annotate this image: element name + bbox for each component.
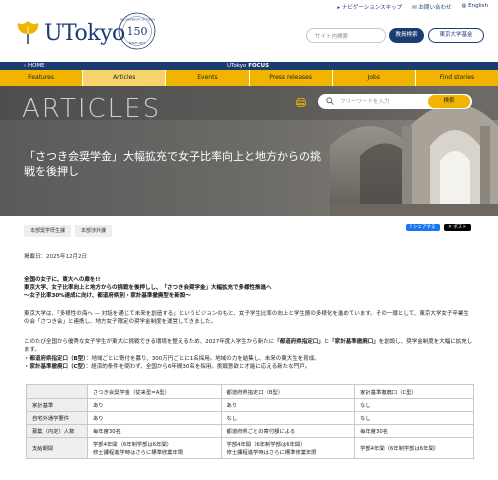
tag-scholarship-office[interactable]: 本部奨学厚生課 — [24, 225, 72, 237]
table-cell: なし — [220, 411, 356, 425]
nav-press-releases[interactable]: Press releases — [250, 70, 333, 86]
facebook-share-label: シェアする — [413, 225, 436, 230]
table-row: 家計基準 あり あり なし — [26, 398, 474, 412]
site-search-input[interactable]: サイト内検索 — [306, 28, 386, 43]
bullet-b-title: ・都道府県指定口（B型） — [24, 356, 86, 362]
contact-label: お問い合わせ — [418, 5, 452, 11]
article-lead: 全国の女子に、東大への扉を!! 東京大学、女子比率向上と地方からの挑戦を後押しし… — [24, 276, 474, 300]
row-header: 自宅外通学要件 — [26, 411, 88, 425]
breadcrumb-bar: › HOME UTokyo FOCUS — [0, 62, 498, 70]
english-label: English — [468, 3, 488, 9]
utokyo-focus-label[interactable]: UTokyo FOCUS — [227, 62, 269, 70]
article-tags: 本部奨学厚生課 本部渉外課 — [24, 225, 113, 237]
x-post-label: ポスト — [453, 225, 467, 230]
utokyo-logo[interactable]: UTokyo — [16, 20, 125, 46]
table-row: 自宅外通学要件 あり なし なし — [26, 411, 474, 425]
contact-link[interactable]: ✉ お問い合わせ — [412, 3, 451, 11]
p2-bold-2: 「家計基準撤廃口」 — [329, 339, 379, 345]
nav-articles[interactable]: Articles — [83, 70, 167, 86]
utility-links: ▸ ナビゲーションスキップ ✉ お問い合わせ ◍ English — [337, 3, 488, 11]
table-header-cell: 都道府県指定口（B型） — [220, 384, 356, 399]
table-header-cell: さつき会奨学金（従来型=A型） — [87, 384, 222, 399]
logo-text: UTokyo — [44, 20, 125, 46]
bullet-c-title: ・家計基準撤廃口（C型） — [24, 364, 86, 370]
table-cell: 学部4年間（6年制学部は6年間） 修士課程進学時はさらに標準修業年限 — [220, 437, 356, 459]
skip-navigation-label: ナビゲーションスキップ — [341, 5, 403, 11]
faculty-search-button[interactable]: 教員検索 — [389, 28, 424, 43]
table-row: 募集（内定）人数 毎年度30名 都道府県ごとの寄付額による 毎年度30名 — [26, 424, 474, 438]
section-title: ARTICLES — [22, 94, 162, 124]
nav-events[interactable]: Events — [166, 70, 250, 86]
table-cell: あり — [220, 398, 356, 412]
focus-prefix: UTokyo — [227, 63, 247, 69]
focus-bold: FOCUS — [248, 63, 270, 69]
paragraph-vision: 東京大学は、「多様性の海へ — 対話を通じて未来を創造する」というビジョンのもと… — [24, 311, 469, 325]
nav-jobs[interactable]: Jobs — [333, 70, 416, 86]
150th-anniversary-badge: 150 THE UNIVERSITY OF TOKYO SINCE 1877 — [118, 12, 156, 50]
print-icon[interactable] — [296, 98, 306, 107]
scholarship-comparison-table: さつき会奨学金（従来型=A型） 都道府県指定口（B型） 家計基準撤廃口（C型） … — [26, 384, 474, 459]
row-header: 支給期間 — [26, 437, 88, 459]
table-header-cell — [26, 384, 88, 399]
row-header: 家計基準 — [26, 398, 88, 412]
lead-line-1: 全国の女子に、東大への扉を!! — [24, 277, 101, 283]
chevron-right-icon: › — [24, 63, 27, 69]
utokyo-fund-button[interactable]: 東京大学基金 — [428, 28, 484, 43]
bullet-c-text: ：経済的条件を問わず、全国から6年間30名を採用。挑戦意欲と才能に応える新たな門… — [85, 364, 311, 370]
scholarship-types-list: ・都道府県指定口（B型）：地域ごとに寄付を募り、300万円ごとに1名採用。地域の… — [24, 355, 474, 371]
globe-icon: ◍ — [461, 3, 467, 9]
keyword-search-button[interactable]: 検索 — [428, 95, 470, 108]
skip-navigation-link[interactable]: ▸ ナビゲーションスキップ — [337, 3, 402, 11]
breadcrumb-home[interactable]: › HOME — [24, 62, 45, 70]
table-cell: なし — [354, 411, 474, 425]
lead-line-3: ～女子比率30%達成に向け、都道府県別・家計基準撤廃型を新設～ — [24, 293, 191, 299]
table-cell: 学部4年間（6年制学部は6年間） — [354, 437, 474, 459]
nav-find-stories[interactable]: Find stories — [416, 70, 498, 86]
publish-date: 掲載日：2025年12月2日 — [24, 254, 87, 260]
badge-number: 150 — [127, 25, 148, 38]
badge-arc-text: THE UNIVERSITY OF TOKYO — [119, 18, 154, 22]
table-cell: あり — [87, 411, 222, 425]
list-item: ・都道府県指定口（B型）：地域ごとに寄付を募り、300万円ごとに1名採用。地域の… — [24, 355, 474, 363]
x-post-button[interactable]: ✕ ポスト — [444, 224, 471, 231]
facebook-icon: f — [410, 225, 412, 230]
hero-banner: ARTICLES フリーワードを入力 検索 「さつき会奨学金」大幅拡充で女子比率… — [0, 86, 498, 216]
table-cell: 毎年度30名 — [354, 424, 474, 438]
x-icon: ✕ — [448, 225, 452, 230]
lead-line-2: 東京大学、女子比率向上と地方からの挑戦を後押しし、「さつき会奨学金」大幅拡充で多… — [24, 285, 272, 291]
p2-pre: このたび全国から優秀な女子学生が東大に挑戦できる環境を整えるため、2027年度入… — [24, 339, 275, 345]
table-cell: 毎年度30名 — [87, 424, 222, 438]
row-header: 募集（内定）人数 — [26, 424, 88, 438]
table-cell: 学部4年間（6年制学部は6年間） 修士課程進学時はさらに標準修業年限 — [87, 437, 222, 459]
english-link[interactable]: ◍ English — [462, 3, 488, 11]
table-cell: なし — [354, 398, 474, 412]
bullet-b-text: ：地域ごとに寄付を募り、300万円ごとに1名採用。地域の力を結集し、未来の東大生… — [85, 356, 320, 362]
nav-features[interactable]: Features — [0, 70, 84, 86]
list-item: ・家計基準撤廃口（C型）：経済的条件を問わず、全国から6年間30名を採用。挑戦意… — [24, 363, 474, 371]
ginkgo-leaf-icon — [17, 21, 39, 44]
breadcrumb-home-label: HOME — [27, 63, 45, 69]
tag-external-relations[interactable]: 本部渉外課 — [75, 225, 113, 237]
table-cell: 都道府県ごとの寄付額による — [220, 424, 356, 438]
site-header: UTokyo 150 THE UNIVERSITY OF TOKYO SINCE… — [0, 0, 498, 62]
table-header-row: さつき会奨学金（従来型=A型） 都道府県指定口（B型） 家計基準撤廃口（C型） — [26, 384, 474, 399]
mail-icon: ✉ — [412, 5, 417, 11]
table-row: 支給期間 学部4年間（6年制学部は6年間） 修士課程進学時はさらに標準修業年限 … — [26, 437, 474, 459]
article-title: 「さつき会奨学金」大幅拡充で女子比率向上と地方からの挑戦を後押し — [24, 150, 321, 178]
main-nav: Features Articles Events Press releases … — [0, 70, 498, 86]
search-icon — [326, 97, 334, 105]
facebook-share-button[interactable]: f シェアする — [406, 224, 440, 231]
paragraph-expansion: このたび全国から優秀な女子学生が東大に挑戦できる環境を整えるため、2027年度入… — [24, 338, 474, 354]
table-header-cell: 家計基準撤廃口（C型） — [354, 384, 474, 399]
badge-since: SINCE 1877 — [129, 41, 146, 45]
table-cell: あり — [87, 398, 222, 412]
p2-bold-1: 「都道府県指定口」 — [274, 339, 324, 345]
